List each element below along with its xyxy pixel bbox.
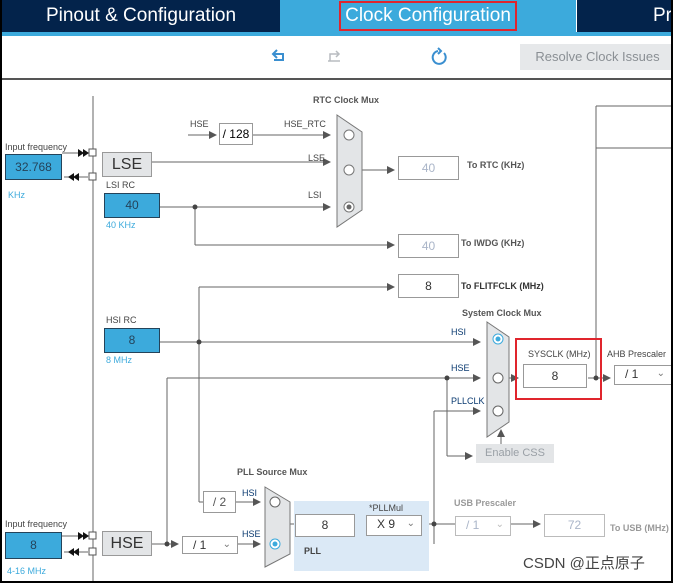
hse-input-frequency-label: Input frequency <box>5 519 68 529</box>
ahb-prescaler-select[interactable]: / 1 ⌄ <box>614 365 671 385</box>
flitfclk-output-value: 8 <box>398 274 459 298</box>
rtc-mux-input-lsi: LSI <box>308 190 322 200</box>
hsi-unit-label: 8 MHz <box>106 355 133 365</box>
hse-prediv-select[interactable]: / 1 ⌄ <box>182 536 238 554</box>
pll-label: PLL <box>304 546 321 556</box>
rtc-clock-mux-title: RTC Clock Mux <box>313 95 380 105</box>
ahb-prescaler-value: / 1 <box>625 367 639 381</box>
usb-prescaler-select[interactable]: / 1 ⌄ <box>455 516 511 536</box>
rtc-hse-divider: / 128 <box>219 123 253 145</box>
system-mux-input-hse: HSE <box>451 363 470 373</box>
system-mux-radio-pllclk[interactable] <box>492 405 504 417</box>
pll-mux-radio-hsi[interactable] <box>269 496 281 508</box>
sysclk-value-input[interactable]: 8 <box>523 364 587 388</box>
tab-label: Pr <box>653 5 672 26</box>
toolbar: Resolve Clock Issues <box>2 36 671 80</box>
redo-icon[interactable] <box>323 46 345 68</box>
usb-output-value: 72 <box>544 514 605 537</box>
tab-bar: Pinout & Configuration Clock Configurati… <box>2 0 672 32</box>
lsi-rc-label: LSI RC <box>106 180 136 190</box>
hsi-rc-value: 8 <box>104 328 160 353</box>
tab-pinout-configuration[interactable]: Pinout & Configuration <box>2 0 280 32</box>
pll-mul-label: *PLLMul <box>369 503 404 513</box>
chevron-down-icon: ⌄ <box>222 539 231 550</box>
lse-unit-label: KHz <box>8 190 26 200</box>
hse-frequency-input[interactable]: 8 <box>5 532 62 559</box>
tab-project-manager[interactable]: Pr <box>576 0 672 32</box>
pll-mux-input-hsi: HSI <box>242 488 258 498</box>
pll-mux-input-hse: HSE <box>242 529 261 539</box>
rtc-output-label: To RTC (KHz) <box>467 160 525 170</box>
ahb-prescaler-label: AHB Prescaler <box>607 349 667 359</box>
lse-input-frequency-label: Input frequency <box>5 142 68 152</box>
sysclk-label: SYSCLK (MHz) <box>528 349 591 359</box>
pll-mul-value: X 9 <box>377 517 396 531</box>
rtc-mux-input-lse: LSE <box>308 153 326 163</box>
rtc-mux-radio-hse-rtc[interactable] <box>343 129 355 141</box>
iwdg-output-label: To IWDG (KHz) <box>461 238 525 248</box>
system-clock-mux-title: System Clock Mux <box>462 308 542 318</box>
lsi-unit-label: 40 KHz <box>106 220 136 230</box>
hse-block: HSE <box>102 531 152 556</box>
chevron-down-icon: ⌄ <box>406 518 415 529</box>
pll-source-mux-title: PLL Source Mux <box>237 467 308 477</box>
usb-prescaler-label: USB Prescaler <box>454 498 517 508</box>
lse-block: LSE <box>102 152 152 177</box>
tab-label: Pinout & Configuration <box>45 5 237 26</box>
rtc-output-value: 40 <box>398 156 459 180</box>
pll-input-value: 8 <box>295 514 355 537</box>
lse-frequency-input[interactable]: 32.768 <box>5 154 62 180</box>
clock-tree-diagram: Input frequency 32.768 KHz LSE LSI RC 40… <box>2 82 671 581</box>
hsi-rc-label: HSI RC <box>106 315 137 325</box>
hsi-div2-box: / 2 <box>203 491 236 513</box>
lsi-rc-value: 40 <box>104 193 160 218</box>
watermark: CSDN @正点原子 <box>523 555 645 572</box>
rtc-hse-input-label: HSE <box>190 119 209 129</box>
system-mux-radio-hse[interactable] <box>492 372 504 384</box>
enable-css-button[interactable]: Enable CSS <box>476 444 554 463</box>
system-mux-input-pllclk: PLLCLK <box>451 396 485 406</box>
iwdg-output-value: 40 <box>398 234 459 258</box>
rtc-mux-input-hse-rtc: HSE_RTC <box>284 119 326 129</box>
flitfclk-output-label: To FLITFCLK (MHz) <box>461 281 544 291</box>
tab-label: Clock Configuration <box>339 1 517 31</box>
undo-icon[interactable] <box>268 46 290 68</box>
chevron-down-icon: ⌄ <box>656 368 665 379</box>
tab-clock-configuration[interactable]: Clock Configuration <box>280 0 576 32</box>
system-mux-input-hsi: HSI <box>451 327 467 337</box>
stm32cube-clock-config: Pinout & Configuration Clock Configurati… <box>0 0 673 583</box>
resolve-clock-issues-button[interactable]: Resolve Clock Issues <box>520 44 671 70</box>
usb-prescaler-value: / 1 <box>466 518 480 532</box>
refresh-icon[interactable] <box>429 46 451 68</box>
hse-unit-label: 4-16 MHz <box>7 566 47 576</box>
usb-output-label: To USB (MHz) <box>610 523 669 533</box>
rtc-mux-radio-lse[interactable] <box>343 164 355 176</box>
pll-mul-select[interactable]: X 9 ⌄ <box>366 515 422 536</box>
chevron-down-icon: ⌄ <box>495 519 504 530</box>
hse-prediv-value: / 1 <box>193 538 207 552</box>
